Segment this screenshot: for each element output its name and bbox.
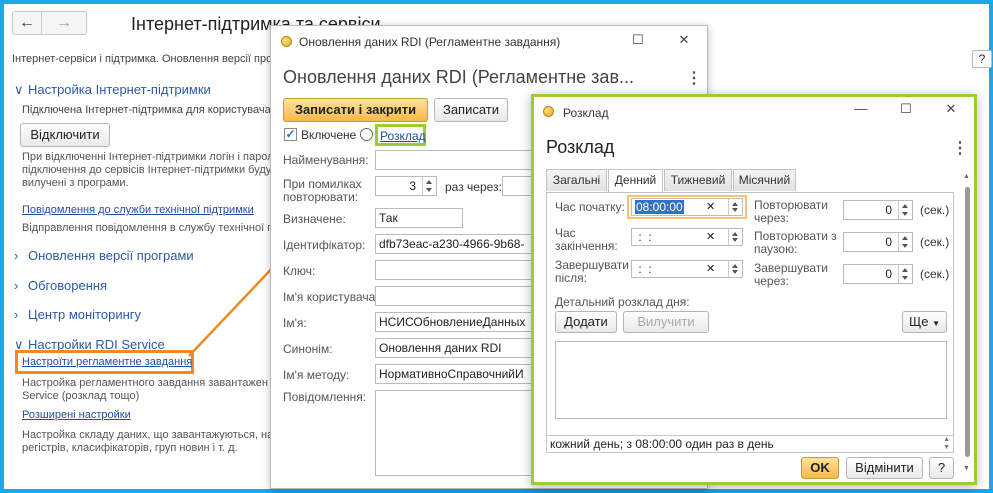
scroll-down-icon[interactable]: ▼ xyxy=(963,465,970,472)
summary-field: кожний день; з 08:00:00 один раз в день ▲… xyxy=(546,435,954,453)
id-field: dfb73eac-a230-4966-9b68- xyxy=(375,234,545,254)
name-label: Найменування: xyxy=(283,153,369,167)
sec-unit-3: (сек.) xyxy=(920,267,950,281)
start-time-field[interactable]: 08:00:00 ✕ xyxy=(631,198,743,216)
schedule-window: Розклад — ☐ ✕ Розклад ⋮ Загальні Денний … xyxy=(531,94,977,485)
task-heading: Оновлення даних RDI (Регламентне зав... xyxy=(283,67,635,87)
end-time-label: Час закінчення: xyxy=(555,226,618,253)
name2-label: Ім'я: xyxy=(283,316,307,330)
key-field[interactable] xyxy=(375,260,545,280)
method-label: Ім'я методу: xyxy=(283,368,350,382)
spin-icon[interactable] xyxy=(422,177,436,195)
messages-field[interactable] xyxy=(375,390,545,476)
repeat-pause-field[interactable]: 0 xyxy=(843,232,913,252)
schedule-heading: Розклад xyxy=(546,137,615,157)
save-close-button[interactable]: Записати і закрити xyxy=(283,98,428,122)
spin-icon[interactable] xyxy=(898,201,912,219)
spin-icon[interactable] xyxy=(728,199,742,215)
finish-in-label: Завершувати через: xyxy=(754,261,828,288)
more-menu-icon[interactable]: ⋮ xyxy=(952,138,968,158)
clear-icon[interactable]: ✕ xyxy=(706,261,715,277)
cancel-button[interactable]: Відмінити xyxy=(846,457,923,479)
spin-icon[interactable] xyxy=(898,233,912,251)
spin-icon[interactable] xyxy=(728,261,742,277)
enabled-checkbox[interactable]: ✓ xyxy=(284,128,297,141)
tab-bar: Загальні Денний Тижневий Місячний xyxy=(546,169,966,193)
start-time-label: Час початку: xyxy=(555,200,625,214)
method-field: НормативноСправочнийИ xyxy=(375,364,545,384)
finish-after-label: Завершувати після: xyxy=(555,258,629,285)
synonym-field: Оновлення даних RDI xyxy=(375,338,545,358)
finish-in-field[interactable]: 0 xyxy=(843,264,913,284)
tab-monthly[interactable]: Місячний xyxy=(733,169,796,191)
detail-label: Детальний розклад дня: xyxy=(555,295,690,309)
name2-field: НСИСОбновлениеДанных xyxy=(375,312,545,332)
dropdown-icon: ▼ xyxy=(932,319,940,328)
spin-icon[interactable] xyxy=(898,265,912,283)
scroll-up-icon[interactable]: ▲ xyxy=(963,173,970,180)
tab-general[interactable]: Загальні xyxy=(546,169,607,191)
id-label: Ідентифікатор: xyxy=(283,238,366,252)
delete-button[interactable]: Вилучити xyxy=(623,311,709,333)
repeat-every-field[interactable]: 0 xyxy=(843,200,913,220)
end-time-field[interactable]: : : ✕ xyxy=(631,228,743,246)
sec-unit-2: (сек.) xyxy=(920,235,950,249)
schedule-window-title: Розклад xyxy=(563,106,609,120)
repeat-every-label: Повторювати через: xyxy=(754,198,828,225)
app-icon xyxy=(281,36,292,47)
app-icon xyxy=(543,106,554,117)
messages-label: Повідомлення: xyxy=(283,390,367,404)
ok-button[interactable]: OK xyxy=(801,457,839,479)
username-label: Ім'я користувача: xyxy=(283,290,379,304)
detail-list[interactable] xyxy=(555,341,947,419)
close-icon[interactable]: ✕ xyxy=(677,32,691,48)
scroll-arrows-icon[interactable]: ▲ ▼ xyxy=(943,436,950,452)
sec-unit-1: (сек.) xyxy=(920,203,950,217)
tab-panel: Час початку: 08:00:00 ✕ Час закінчення: :… xyxy=(546,192,954,452)
finish-after-field[interactable]: : : ✕ xyxy=(631,260,743,278)
clear-icon[interactable]: ✕ xyxy=(706,229,715,245)
retry-count-field[interactable]: 3 xyxy=(375,176,437,196)
save-button[interactable]: Записати xyxy=(434,98,508,122)
spin-icon[interactable] xyxy=(728,229,742,245)
retry-suffix: раз через: xyxy=(445,180,502,194)
predefined-field: Так xyxy=(375,208,463,228)
clock-icon xyxy=(360,128,373,141)
scroll-thumb[interactable] xyxy=(965,187,970,457)
schedule-link[interactable]: Розклад xyxy=(380,129,426,143)
minimize-icon[interactable]: — xyxy=(854,101,868,116)
add-button[interactable]: Додати xyxy=(555,311,617,333)
close-icon[interactable]: ✕ xyxy=(944,101,958,117)
clear-icon[interactable]: ✕ xyxy=(706,199,715,215)
tab-weekly[interactable]: Тижневий xyxy=(664,169,732,191)
synonym-label: Синонім: xyxy=(283,342,333,356)
enabled-label: Включене xyxy=(301,128,357,142)
maximize-icon[interactable]: ☐ xyxy=(899,101,913,117)
key-label: Ключ: xyxy=(283,264,316,278)
retry-label: При помилках повторювати: xyxy=(283,177,362,204)
repeat-pause-label: Повторювати з паузою: xyxy=(754,229,837,256)
username-field[interactable] xyxy=(375,286,545,306)
maximize-icon[interactable]: ☐ xyxy=(631,32,645,48)
task-window-title: Оновлення даних RDI (Регламентне завданн… xyxy=(299,35,561,49)
tab-daily[interactable]: Денний xyxy=(608,169,663,193)
name-field[interactable] xyxy=(375,150,545,170)
more-button[interactable]: Ще ▼ xyxy=(902,311,947,333)
scrollbar[interactable]: ▲ ▼ xyxy=(962,173,972,478)
more-menu-icon[interactable]: ⋮ xyxy=(686,68,702,88)
help-button[interactable]: ? xyxy=(929,457,954,479)
predefined-label: Визначене: xyxy=(283,212,346,226)
